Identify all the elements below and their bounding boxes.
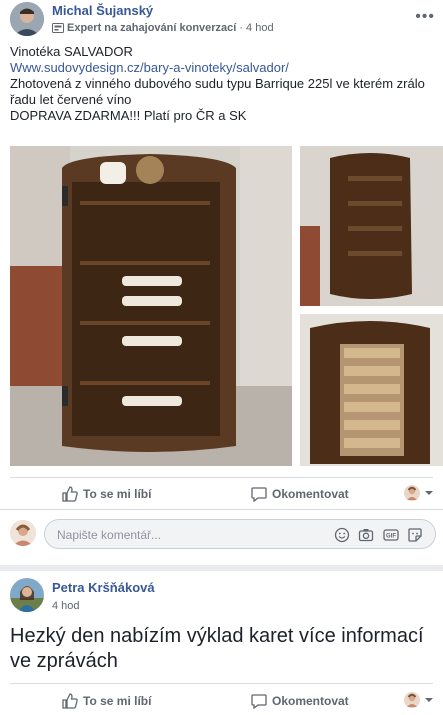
post-line: Vinotéka SALVADOR [10,44,133,59]
post-line: Zhotovená z vinného dubového sudu typu B… [10,76,425,91]
comment-icon [251,487,267,502]
more-options-icon[interactable]: ••• [415,8,435,26]
like-label: To se mi líbí [83,694,152,708]
like-label: To se mi líbí [83,487,152,501]
like-button[interactable]: To se mi líbí [62,486,151,502]
post-card: Petra Kršňáková 4 hod Hezký den nabízím … [0,571,443,715]
gif-icon[interactable]: GIF [383,527,399,543]
post-card: ••• Michal Šujanský Expert na zahajování… [0,0,443,565]
expert-badge[interactable]: Expert na zahajování konverzací [67,22,236,34]
post-meta: Expert na zahajování konverzací · 4 hod [52,22,274,34]
thumbs-up-icon [62,693,78,709]
meta-separator: · [239,22,244,34]
reaction-selector[interactable] [404,484,434,502]
post-line: DOPRAVA ZDARMA!!! Platí pro ČR a SK [10,108,247,123]
divider [10,477,433,478]
badge-icon [52,23,64,33]
emoji-icon[interactable] [334,527,350,543]
chevron-down-icon [425,491,433,495]
author-avatar[interactable] [10,578,44,612]
comment-input[interactable]: Napište komentář... GIF [44,519,436,549]
camera-icon[interactable] [358,527,374,543]
post-time[interactable]: 4 hod [52,600,80,612]
comment-button[interactable]: Okomentovat [251,486,349,502]
post-line: řadu let červené víno [10,92,132,107]
sticker-icon[interactable] [407,527,423,543]
post-large-text: Hezký den nabízím výklad karet více info… [10,625,424,672]
like-button[interactable]: To se mi líbí [62,693,151,709]
author-name[interactable]: Michal Šujanský [52,3,153,18]
post-time[interactable]: 4 hod [246,22,274,34]
divider [10,683,433,684]
author-name[interactable]: Petra Kršňáková [52,580,155,595]
comment-label: Okomentovat [272,694,349,708]
author-avatar[interactable] [10,2,44,36]
user-avatar-small [404,692,420,708]
composer-avatar[interactable] [10,520,36,546]
svg-text:GIF: GIF [386,534,396,540]
comment-label: Okomentovat [272,487,349,501]
user-avatar-small [404,485,420,501]
post-photo-2[interactable] [300,146,443,306]
post-body: Vinotéka SALVADOR Www.sudovydesign.cz/ba… [10,44,425,124]
reaction-selector[interactable] [404,691,434,709]
comment-button[interactable]: Okomentovat [251,693,349,709]
post-link[interactable]: Www.sudovydesign.cz/bary-a-vinoteky/salv… [10,60,425,76]
chevron-down-icon [425,698,433,702]
thumbs-up-icon [62,486,78,502]
post-photo-3[interactable] [300,314,443,466]
divider [0,509,443,510]
comment-icon [251,694,267,709]
comment-placeholder: Napište komentář... [57,528,162,542]
post-photo-main[interactable] [10,146,292,466]
